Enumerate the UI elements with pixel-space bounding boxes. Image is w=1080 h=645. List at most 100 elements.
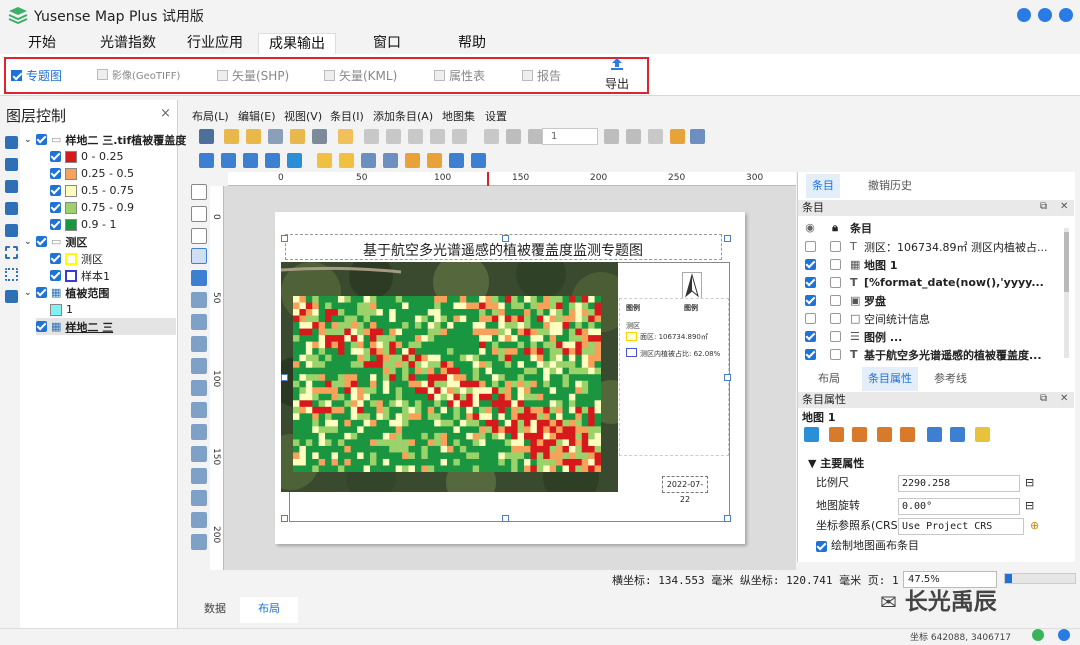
page-selector[interactable]: 1 — [542, 128, 598, 145]
first-page-icon[interactable] — [506, 129, 521, 144]
visibility-checkbox[interactable] — [804, 241, 816, 252]
tree-layer-ndvi[interactable]: ⌄ ▭ 样地二 三.tif植被覆盖度 — [24, 131, 186, 148]
visibility-checkbox[interactable] — [804, 349, 816, 360]
data-icon[interactable] — [5, 158, 18, 171]
maximize-button[interactable] — [1038, 8, 1052, 22]
selection-handle[interactable] — [502, 235, 509, 242]
add-shape-icon[interactable] — [191, 446, 207, 462]
legend-class-5[interactable]: 0.9 - 1 — [50, 216, 116, 233]
menu-layout[interactable]: 布局(L) — [192, 108, 229, 124]
add-node-item-icon[interactable] — [191, 490, 207, 506]
checkbox-icon[interactable] — [434, 70, 445, 81]
option-thematic-map[interactable]: 专题图 — [11, 67, 62, 84]
layout-manager-icon[interactable] — [268, 129, 283, 144]
add-picture-icon[interactable] — [191, 336, 207, 352]
distribute-icon[interactable] — [449, 153, 464, 168]
select-tool-icon[interactable] — [191, 228, 207, 244]
ungroup-icon[interactable] — [339, 153, 354, 168]
lock-items-icon[interactable] — [361, 153, 376, 168]
lock-checkbox[interactable] — [829, 241, 841, 252]
export-image-icon[interactable] — [386, 129, 401, 144]
selection-handle[interactable] — [281, 515, 288, 522]
atlas-icon[interactable] — [484, 129, 499, 144]
legend-sample-1[interactable]: 样本1 — [50, 267, 110, 284]
main-props-section[interactable]: ▼ 主要属性 — [808, 455, 864, 471]
tab-output[interactable]: 成果输出 — [258, 33, 336, 55]
minimize-button[interactable] — [1017, 8, 1031, 22]
expression-icon[interactable]: ⊟ — [1025, 476, 1034, 489]
add-table-icon[interactable] — [191, 534, 207, 550]
option-kml[interactable]: 矢量(KML) — [324, 67, 397, 84]
prev-page-icon[interactable] — [528, 129, 543, 144]
scale-input[interactable]: 2290.258 — [898, 475, 1020, 492]
item-row-title[interactable]: T 基于航空多光谱遥感的植被覆盖度... — [800, 346, 1062, 363]
new-layout-icon[interactable] — [224, 129, 239, 144]
close-icon[interactable]: ✕ — [1060, 393, 1068, 404]
move-content-icon[interactable] — [191, 248, 207, 264]
layer-icon[interactable] — [5, 136, 18, 149]
item-row-date[interactable]: T [%format_date(now(),'yyyy... — [800, 274, 1062, 291]
edit-nodes-icon[interactable] — [191, 270, 207, 286]
legend-class-3[interactable]: 0.5 - 0.75 — [50, 182, 134, 199]
export-button[interactable]: 导出 — [603, 58, 631, 92]
tab-item-properties[interactable]: 条目属性 — [862, 367, 918, 391]
option-shp[interactable]: 矢量(SHP) — [217, 67, 289, 84]
tab-window[interactable]: 窗口 — [367, 33, 407, 55]
add-scalebar-icon[interactable] — [191, 402, 207, 418]
legend-class-4[interactable]: 0.75 - 0.9 — [50, 199, 134, 216]
raise-icon[interactable] — [405, 153, 420, 168]
item-row-map[interactable]: ▦ 地图 1 — [800, 256, 1062, 273]
map-legend[interactable]: 图例 图例 测区 面区: 106734.890㎡ 测区内植被占比: 62.08% — [619, 298, 729, 456]
tab-layout[interactable]: 布局 — [812, 367, 846, 391]
add-label-icon[interactable] — [191, 358, 207, 374]
menu-add-item[interactable]: 添加条目(A) — [373, 108, 433, 124]
tab-guides[interactable]: 参考线 — [928, 367, 973, 391]
option-report[interactable]: 报告 — [522, 67, 561, 84]
set-scale-icon[interactable] — [877, 427, 892, 442]
crs-select[interactable]: Use Project CRS — [898, 518, 1024, 535]
selection-handle[interactable] — [724, 374, 731, 381]
tool-icon[interactable] — [5, 224, 18, 237]
add-3d-map-icon[interactable] — [191, 314, 207, 330]
selection-handle[interactable] — [281, 235, 288, 242]
menu-atlas[interactable]: 地图集 — [442, 108, 475, 124]
selection-handle[interactable] — [502, 515, 509, 522]
chevron-down-icon[interactable]: ⌄ — [24, 288, 32, 298]
item-row-compass[interactable]: ▣ 罗盘 — [800, 292, 1062, 309]
zoom-actual-icon[interactable] — [243, 153, 258, 168]
layers-icon[interactable] — [927, 427, 942, 442]
open-folder-icon[interactable] — [290, 129, 305, 144]
group-icon[interactable] — [317, 153, 332, 168]
map-title[interactable]: 基于航空多光谱遥感的植被覆盖度监测专题图 — [286, 240, 720, 260]
checkbox-icon[interactable] — [50, 185, 61, 196]
select-area-icon[interactable] — [5, 246, 18, 259]
pan-icon[interactable] — [191, 184, 207, 200]
checkbox-icon[interactable] — [217, 70, 228, 81]
option-geotiff[interactable]: 影像(GeoTIFF) — [97, 67, 180, 82]
lock-checkbox[interactable] — [829, 259, 841, 270]
duplicate-icon[interactable] — [246, 129, 261, 144]
tab-undo-history[interactable]: 撤销历史 — [862, 174, 918, 198]
checkbox-icon[interactable] — [522, 70, 533, 81]
checkbox-icon[interactable] — [816, 540, 827, 552]
close-icon[interactable]: × — [160, 106, 171, 121]
add-map-icon[interactable] — [191, 292, 207, 308]
chevron-down-icon[interactable]: ⌄ — [24, 135, 32, 145]
save-as-icon[interactable] — [312, 129, 327, 144]
checkbox-icon[interactable] — [36, 287, 47, 298]
item-row-stats[interactable]: □ 空间统计信息 — [800, 310, 1062, 327]
extent-icon[interactable] — [5, 268, 18, 281]
resize-icon[interactable] — [471, 153, 486, 168]
lock-checkbox[interactable] — [829, 331, 841, 342]
option-attribute-table[interactable]: 属性表 — [434, 67, 485, 84]
visibility-checkbox[interactable] — [804, 277, 816, 288]
print-atlas-icon[interactable] — [648, 129, 663, 144]
checkbox-icon[interactable] — [36, 321, 47, 332]
items-scrollbar[interactable] — [1064, 228, 1069, 358]
zoom-slider[interactable] — [1004, 573, 1076, 584]
tab-start[interactable]: 开始 — [22, 33, 62, 55]
close-button[interactable] — [1059, 8, 1073, 22]
selection-handle[interactable] — [724, 235, 731, 242]
visibility-checkbox[interactable] — [804, 259, 816, 270]
checkbox-icon[interactable] — [36, 134, 47, 145]
